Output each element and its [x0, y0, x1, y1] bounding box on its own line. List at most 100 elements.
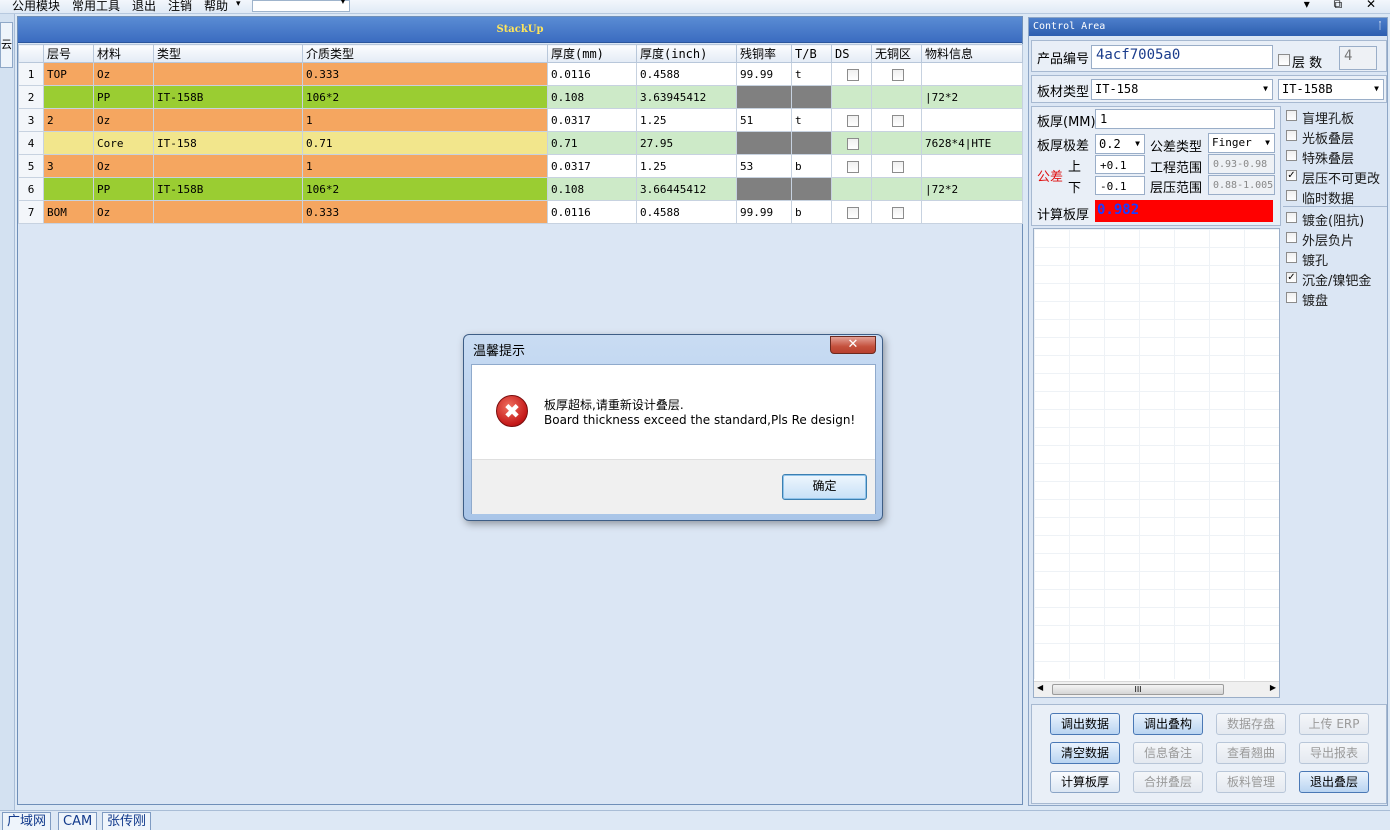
option-checkbox[interactable]	[1286, 212, 1297, 223]
scroll-left-icon[interactable]: ◀	[1037, 683, 1043, 692]
ds-checkbox[interactable]	[847, 137, 859, 150]
ds-cell[interactable]	[831, 85, 872, 109]
column-header[interactable]: T/B	[791, 44, 832, 63]
option-options_a-3[interactable]: 层压不可更改	[1285, 167, 1385, 187]
material-cell[interactable]: Oz	[93, 62, 154, 86]
column-header[interactable]: 厚度(mm)	[547, 44, 637, 63]
type-cell[interactable]: IT-158B	[153, 85, 303, 109]
layer-cell[interactable]: TOP	[43, 62, 94, 86]
material-cell[interactable]: PP	[93, 85, 154, 109]
menu-common-tools[interactable]: 常用工具	[72, 0, 120, 14]
action-button[interactable]: 清空数据	[1050, 742, 1120, 764]
tb-cell[interactable]: b	[791, 200, 832, 224]
material-info-cell[interactable]: 7628*4|HTE	[921, 131, 1023, 155]
row-number[interactable]: 7	[18, 200, 44, 224]
board-type-select[interactable]: IT-158 ▼	[1091, 79, 1273, 100]
ds-checkbox[interactable]	[847, 160, 859, 173]
no-copper-checkbox[interactable]	[892, 160, 904, 173]
row-number[interactable]: 6	[18, 177, 44, 201]
menu-exit[interactable]: 退出	[132, 0, 156, 14]
no-copper-cell[interactable]	[871, 177, 922, 201]
material-info-cell[interactable]	[921, 154, 1023, 178]
menu-help[interactable]: 帮助	[204, 0, 228, 14]
grid-corner-header[interactable]	[18, 44, 44, 63]
option-checkbox[interactable]	[1286, 292, 1297, 303]
action-button[interactable]: 计算板厚	[1050, 771, 1120, 793]
material-cell[interactable]: Oz	[93, 200, 154, 224]
table-row[interactable]: 1 TOP Oz 0.333 0.0116 0.4588 99.99 t	[18, 62, 1023, 86]
scroll-thumb[interactable]: III	[1052, 684, 1224, 695]
row-number[interactable]: 5	[18, 154, 44, 178]
menu-logout[interactable]: 注销	[168, 0, 192, 14]
thickness-inch-cell[interactable]: 0.4588	[636, 200, 737, 224]
ds-checkbox[interactable]	[847, 68, 859, 81]
no-copper-cell[interactable]	[871, 62, 922, 86]
menu-combo-box[interactable]: ▼	[252, 0, 350, 12]
dielectric-cell[interactable]: 1	[302, 108, 548, 132]
thickness-inch-cell[interactable]: 1.25	[636, 108, 737, 132]
layer-cell[interactable]	[43, 131, 94, 155]
thickness-mm-cell[interactable]: 0.0317	[547, 108, 637, 132]
column-header[interactable]: 层号	[43, 44, 94, 63]
row-number[interactable]: 4	[18, 131, 44, 155]
type-cell[interactable]: IT-158	[153, 131, 303, 155]
thickness-mm-cell[interactable]: 0.0116	[547, 200, 637, 224]
material-info-cell[interactable]	[921, 62, 1023, 86]
option-checkbox[interactable]	[1286, 190, 1297, 201]
option-checkbox[interactable]	[1286, 232, 1297, 243]
column-header[interactable]: 材料	[93, 44, 154, 63]
ds-cell[interactable]	[831, 131, 872, 155]
option-options_b-2[interactable]: 镀孔	[1285, 249, 1385, 269]
type-cell[interactable]	[153, 108, 303, 132]
lower-tolerance-input[interactable]: -0.1	[1095, 176, 1145, 195]
layer-cell[interactable]	[43, 85, 94, 109]
dielectric-cell[interactable]: 1	[302, 154, 548, 178]
row-number[interactable]: 3	[18, 108, 44, 132]
option-options_b-1[interactable]: 外层负片	[1285, 229, 1385, 249]
option-checkbox[interactable]	[1286, 252, 1297, 263]
action-button[interactable]: 调出数据	[1050, 713, 1120, 735]
dielectric-cell[interactable]: 106*2	[302, 85, 548, 109]
option-options_a-0[interactable]: 盲埋孔板	[1285, 107, 1385, 127]
dielectric-cell[interactable]: 106*2	[302, 177, 548, 201]
material-info-cell[interactable]	[921, 108, 1023, 132]
material-cell[interactable]: Oz	[93, 154, 154, 178]
type-cell[interactable]: IT-158B	[153, 177, 303, 201]
board-type-select-2[interactable]: IT-158B ▼	[1278, 79, 1384, 100]
dielectric-cell[interactable]: 0.71	[302, 131, 548, 155]
option-options_a-1[interactable]: 光板叠层	[1285, 127, 1385, 147]
ds-cell[interactable]	[831, 177, 872, 201]
material-cell[interactable]: Oz	[93, 108, 154, 132]
ok-button[interactable]: 确定	[782, 474, 867, 500]
option-options_b-4[interactable]: 镀盘	[1285, 289, 1385, 309]
type-cell[interactable]	[153, 154, 303, 178]
no-copper-checkbox[interactable]	[892, 68, 904, 81]
column-header[interactable]: 介质类型	[302, 44, 548, 63]
table-row[interactable]: 2 PP IT-158B 106*2 0.108 3.63945412 |72*2	[18, 85, 1023, 109]
copper-rate-cell[interactable]: 99.99	[736, 200, 792, 224]
ds-checkbox[interactable]	[847, 114, 859, 127]
no-copper-cell[interactable]	[871, 131, 922, 155]
dielectric-cell[interactable]: 0.333	[302, 62, 548, 86]
action-button[interactable]: 退出叠层	[1299, 771, 1369, 793]
option-checkbox[interactable]	[1286, 170, 1297, 181]
tb-cell[interactable]	[791, 131, 832, 155]
menu-public-modules[interactable]: 公用模块	[12, 0, 60, 14]
tb-cell[interactable]	[791, 177, 832, 201]
type-cell[interactable]	[153, 200, 303, 224]
table-row[interactable]: 4 Core IT-158 0.71 0.71 27.95 7628*4|HTE	[18, 131, 1023, 155]
option-checkbox[interactable]	[1286, 110, 1297, 121]
layer-cell[interactable]: 3	[43, 154, 94, 178]
tb-cell[interactable]	[791, 85, 832, 109]
material-cell[interactable]: Core	[93, 131, 154, 155]
thickness-inch-cell[interactable]: 1.25	[636, 154, 737, 178]
thickness-inch-cell[interactable]: 0.4588	[636, 62, 737, 86]
ds-cell[interactable]	[831, 108, 872, 132]
column-header[interactable]: 残铜率	[736, 44, 792, 63]
no-copper-cell[interactable]	[871, 108, 922, 132]
thickness-inch-cell[interactable]: 3.66445412	[636, 177, 737, 201]
column-header[interactable]: 厚度(inch)	[636, 44, 737, 63]
layers-input[interactable]: 4	[1339, 46, 1377, 70]
action-button[interactable]: 查看翘曲	[1216, 742, 1286, 764]
option-options_b-3[interactable]: 沉金/镍钯金	[1285, 269, 1385, 289]
